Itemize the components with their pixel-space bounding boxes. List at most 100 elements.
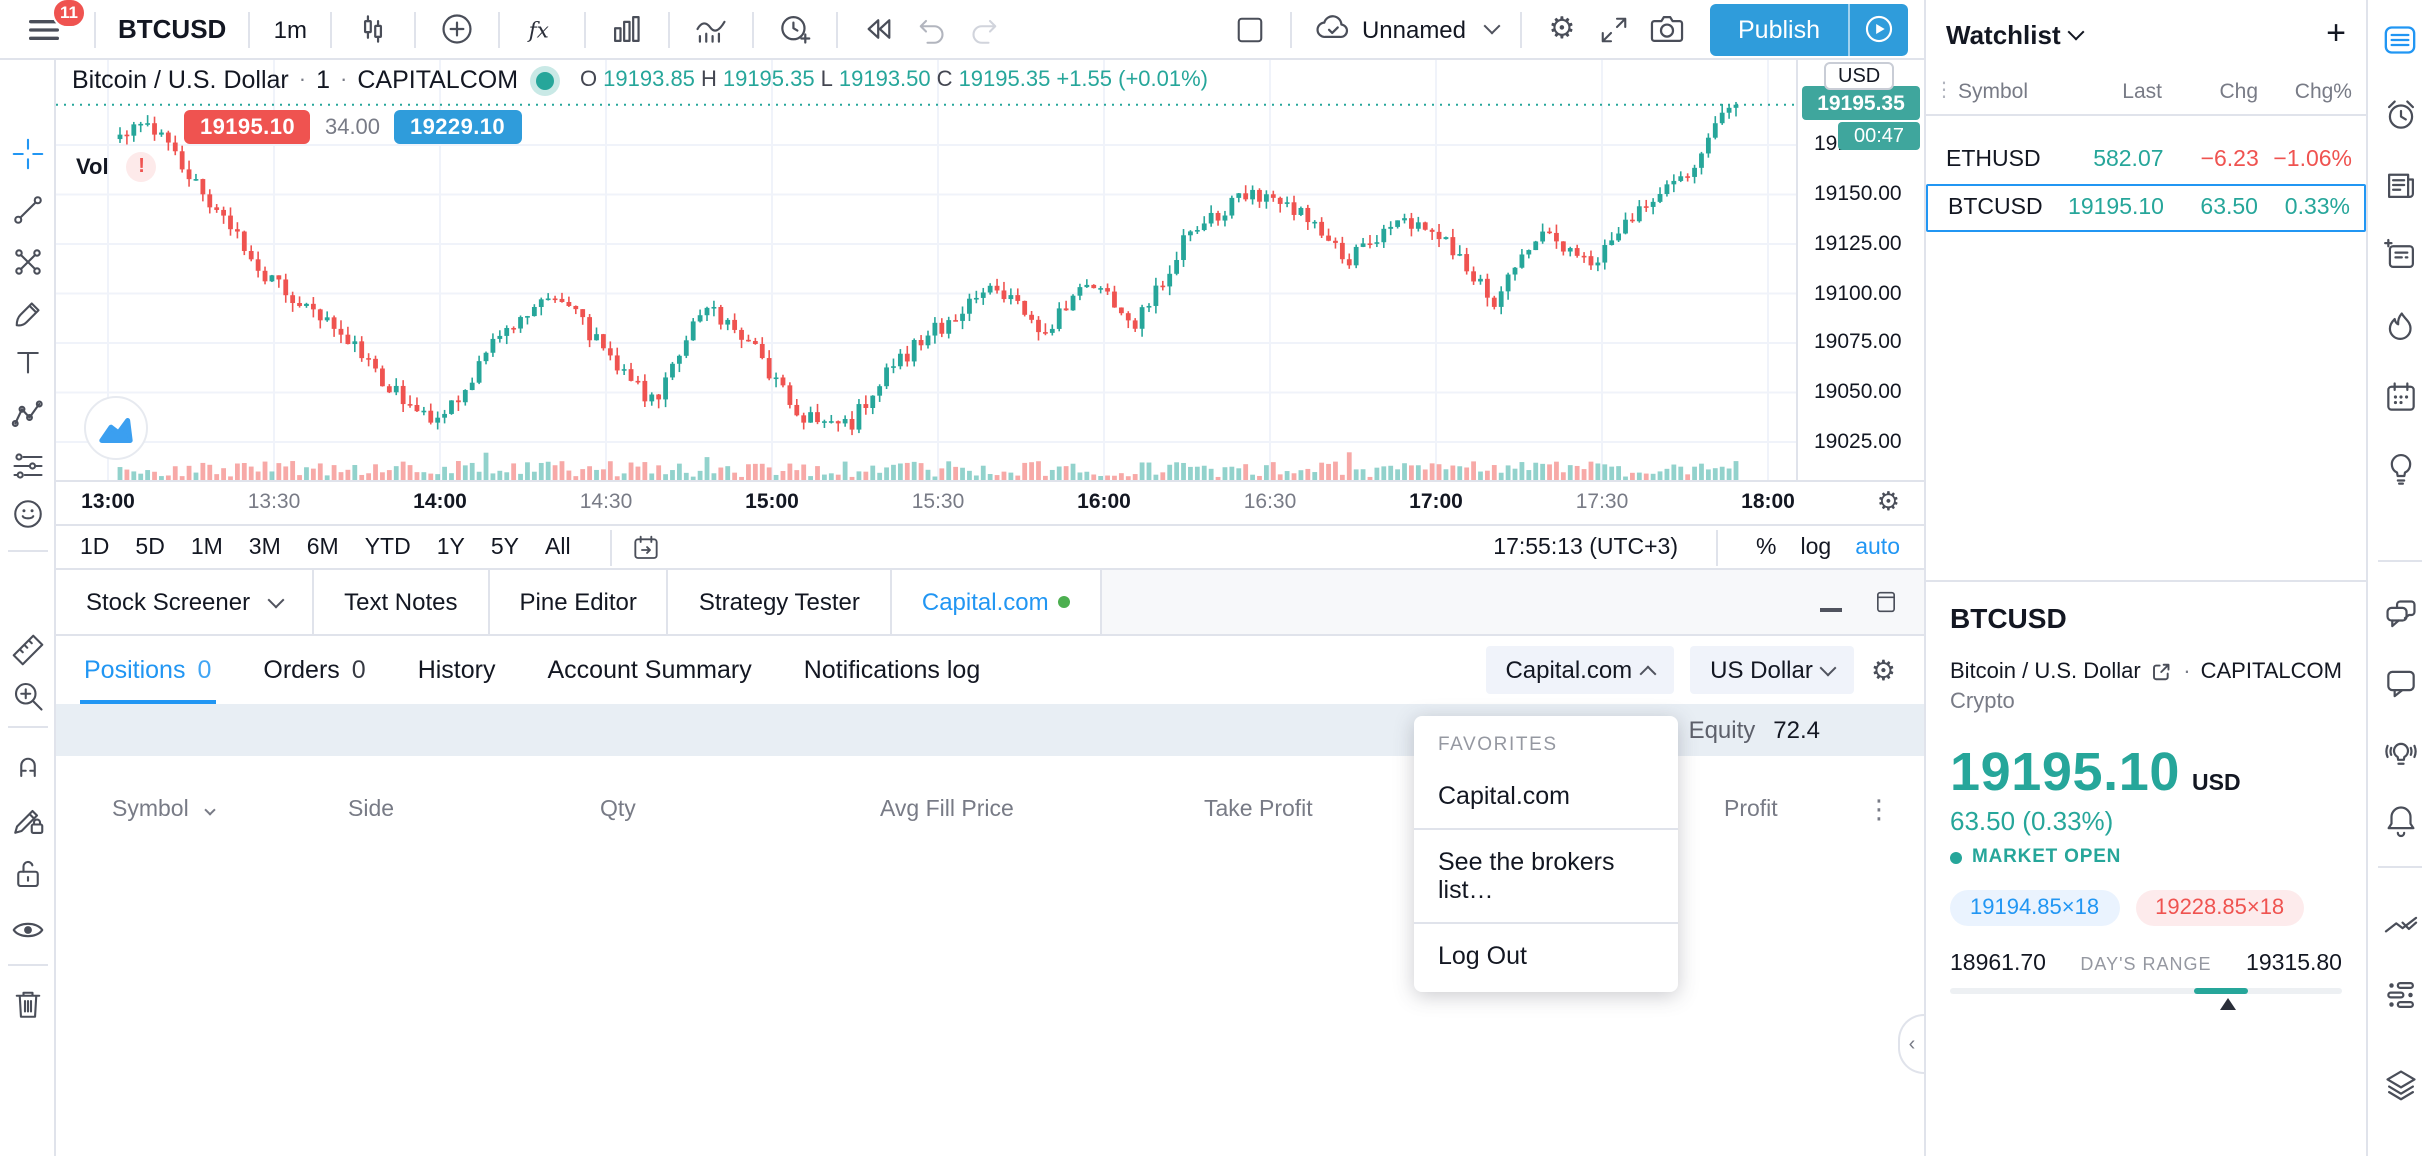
time-axis[interactable]: 13:00 13:30 14:00 14:30 15:00 15:30 16:0… — [56, 480, 1924, 524]
measure-tool-button[interactable] — [8, 630, 48, 670]
emoji-tool-button[interactable] — [8, 494, 48, 534]
price-axis[interactable]: 19175.00 19150.00 19125.00 19100.00 1907… — [1796, 60, 1924, 480]
range-ytd-button[interactable]: YTD — [365, 535, 411, 559]
restore-panel-icon[interactable] — [1872, 588, 1900, 616]
range-5y-button[interactable]: 5Y — [491, 535, 519, 559]
watchlist-title[interactable]: Watchlist — [1946, 19, 2061, 49]
sidebar-item-data-window[interactable] — [2376, 230, 2424, 278]
table-options-kebab-icon[interactable]: ⋮ — [1866, 794, 1892, 826]
sidebar-item-hotlists[interactable] — [2376, 302, 2424, 350]
fullscreen-button[interactable] — [1588, 3, 1640, 55]
volume-study-legend[interactable]: Vol ! — [76, 152, 157, 182]
snapshot-button[interactable] — [1640, 3, 1694, 55]
subtab-history[interactable]: History — [418, 636, 496, 704]
layout-name-button[interactable]: Unnamed — [1306, 3, 1506, 55]
tab-capital-com[interactable]: Capital.com — [892, 570, 1103, 634]
hide-all-drawings-button[interactable] — [8, 910, 48, 950]
sidebar-item-order-panel[interactable] — [2376, 900, 2424, 948]
range-1m-button[interactable]: 1M — [191, 535, 223, 559]
brush-tool-button[interactable] — [8, 294, 48, 334]
tab-strategy-tester[interactable]: Strategy Tester — [669, 570, 892, 634]
subtab-positions[interactable]: Positions 0 — [84, 636, 211, 704]
log-scale-button[interactable]: log — [1801, 535, 1832, 559]
add-symbol-button[interactable]: + — [2326, 14, 2346, 54]
column-chg-percent[interactable]: Chg% — [2258, 79, 2352, 103]
layout-select-button[interactable] — [1224, 3, 1276, 55]
gann-fib-tool-button[interactable] — [8, 242, 48, 282]
broker-select-button[interactable]: Capital.com — [1485, 646, 1674, 694]
interval-button[interactable]: 1m — [264, 3, 316, 55]
column-header-qty[interactable]: Qty — [600, 798, 636, 822]
column-header-side[interactable]: Side — [348, 798, 394, 822]
publish-play-button[interactable] — [1848, 3, 1908, 55]
sell-price-button[interactable]: 19195.10 — [184, 110, 311, 144]
sidebar-item-dom[interactable] — [2376, 970, 2424, 1018]
range-6m-button[interactable]: 6M — [307, 535, 339, 559]
fundamental-metrics-button[interactable] — [684, 3, 738, 55]
collapse-panel-handle[interactable]: ‹ — [1898, 1014, 1924, 1074]
subtab-account-summary[interactable]: Account Summary — [548, 636, 752, 704]
sidebar-item-object-tree[interactable] — [2376, 1060, 2424, 1108]
currency-select-button[interactable]: US Dollar — [1690, 646, 1855, 694]
column-header-take-profit[interactable]: Take Profit — [1204, 798, 1313, 822]
clock-label[interactable]: 17:55:13 (UTC+3) — [1493, 535, 1678, 559]
tab-text-notes[interactable]: Text Notes — [314, 570, 489, 634]
undo-button[interactable] — [906, 3, 958, 55]
sidebar-item-calendar[interactable] — [2376, 372, 2424, 420]
range-all-button[interactable]: All — [545, 535, 571, 559]
range-1y-button[interactable]: 1Y — [437, 535, 465, 559]
drawing-mode-lock-button[interactable] — [8, 800, 48, 840]
range-3m-button[interactable]: 3M — [249, 535, 281, 559]
go-to-date-button[interactable] — [631, 531, 663, 563]
publish-button[interactable]: Publish — [1710, 3, 1848, 55]
indicators-button[interactable]: fx — [514, 3, 570, 55]
main-menu-button[interactable]: 11 — [16, 3, 72, 55]
chart-legend[interactable]: Bitcoin / U.S. Dollar · 1 · CAPITALCOM O… — [72, 66, 1208, 94]
chart-pane[interactable]: Bitcoin / U.S. Dollar · 1 · CAPITALCOM O… — [56, 60, 1924, 480]
detail-symbol[interactable]: BTCUSD — [1950, 602, 2342, 634]
pattern-tool-button[interactable] — [8, 396, 48, 436]
menu-item-see-brokers-list[interactable]: See the brokers list… — [1414, 830, 1678, 922]
minimize-panel-button[interactable] — [1820, 608, 1842, 612]
tab-stock-screener[interactable]: Stock Screener — [56, 570, 314, 634]
column-header-profit[interactable]: Profit — [1724, 798, 1778, 822]
redo-button[interactable] — [958, 3, 1010, 55]
bar-replay-button[interactable] — [852, 3, 906, 55]
text-tool-button[interactable] — [8, 342, 48, 382]
column-header-symbol[interactable]: Symbol — [112, 798, 213, 822]
sidebar-item-notifications[interactable] — [2376, 796, 2424, 844]
menu-item-log-out[interactable]: Log Out — [1414, 924, 1678, 988]
chart-style-button[interactable] — [346, 3, 400, 55]
indicator-templates-button[interactable] — [600, 3, 654, 55]
external-link-icon[interactable] — [2151, 660, 2174, 684]
watchlist-row-ethusd[interactable]: ETHUSD 582.07 −6.23 −1.06% — [1926, 136, 2366, 184]
ask-pill[interactable]: 19228.85×18 — [2135, 890, 2304, 926]
chart-type-watermark-button[interactable] — [84, 396, 148, 460]
bid-pill[interactable]: 19194.85×18 — [1950, 890, 2119, 926]
subtab-orders[interactable]: Orders 0 — [263, 636, 365, 704]
subtab-notifications-log[interactable]: Notifications log — [804, 636, 981, 704]
trend-line-tool-button[interactable] — [8, 190, 48, 230]
zoom-in-tool-button[interactable] — [8, 676, 48, 716]
sidebar-item-private-chat[interactable] — [2376, 658, 2424, 706]
column-header-avg-fill-price[interactable]: Avg Fill Price — [880, 798, 1014, 822]
remove-all-drawings-button[interactable] — [8, 984, 48, 1024]
symbol-search-button[interactable]: BTCUSD — [110, 3, 234, 55]
sidebar-item-news[interactable] — [2376, 160, 2424, 208]
tab-pine-editor[interactable]: Pine Editor — [490, 570, 669, 634]
column-symbol[interactable]: Symbol — [1958, 79, 2038, 103]
menu-item-capital-com[interactable]: Capital.com — [1414, 764, 1678, 828]
percent-scale-button[interactable]: % — [1756, 535, 1776, 559]
sidebar-item-ideas[interactable] — [2376, 442, 2424, 490]
sidebar-item-alerts[interactable] — [2376, 90, 2424, 138]
sidebar-item-public-chats[interactable] — [2376, 590, 2424, 638]
volume-warning-icon[interactable]: ! — [127, 152, 157, 182]
panel-settings-gear-icon[interactable]: ⚙ — [1871, 656, 1896, 684]
compare-button[interactable] — [430, 3, 484, 55]
sidebar-item-watchlist[interactable] — [2376, 16, 2424, 64]
column-chg[interactable]: Chg — [2162, 79, 2258, 103]
auto-scale-button[interactable]: auto — [1855, 535, 1900, 559]
crosshair-tool-button[interactable] — [8, 134, 48, 174]
create-alert-button[interactable] — [768, 3, 822, 55]
axis-settings-gear-icon[interactable]: ⚙ — [1877, 488, 1900, 514]
